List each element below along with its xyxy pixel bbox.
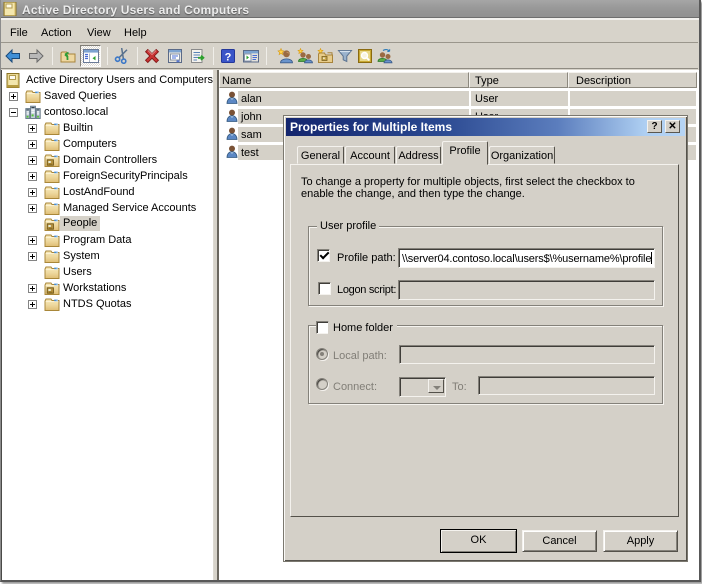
svg-text:?: ? bbox=[225, 52, 232, 64]
